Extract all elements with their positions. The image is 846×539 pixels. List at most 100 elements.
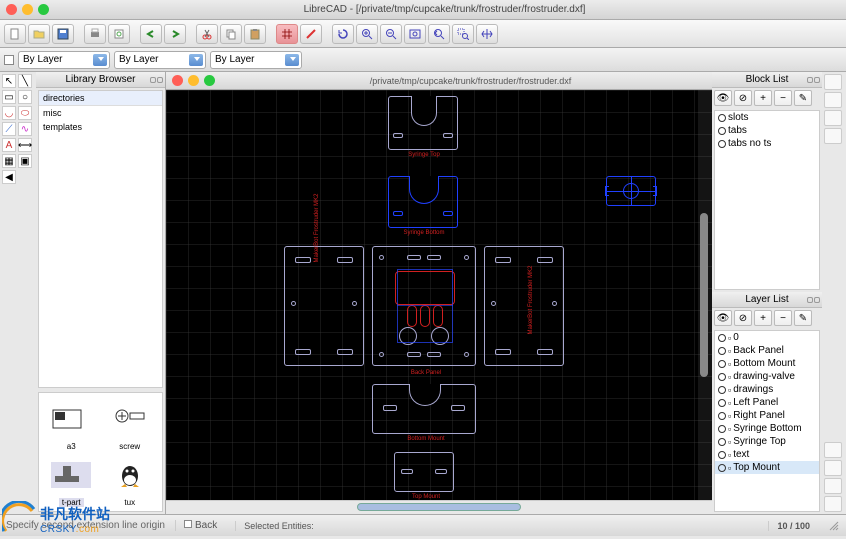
tool-image-icon[interactable]: ▣ [18,154,32,168]
library-panel-header[interactable]: Library Browser [36,72,165,88]
print-button[interactable] [84,24,106,44]
side-tool-button[interactable] [824,478,842,494]
layer-hide-all-button[interactable]: ⊘ [734,310,752,326]
list-item[interactable]: ▫ drawing-valve [715,370,819,383]
layer-width-combo[interactable]: By Layer [114,51,206,69]
list-item[interactable]: tabs no ts [715,137,819,150]
layer-add-button[interactable]: + [754,310,772,326]
visibility-icon[interactable] [718,114,726,122]
tool-back-icon[interactable]: ◀ [2,170,16,184]
zoom-window-select-button[interactable] [452,24,474,44]
save-file-button[interactable] [52,24,74,44]
list-item[interactable]: ▫ Right Panel [715,409,819,422]
list-item[interactable]: ▫ Left Panel [715,396,819,409]
visibility-icon[interactable] [718,347,726,355]
doc-minimize-button[interactable] [188,75,199,86]
block-hide-all-button[interactable]: ⊘ [734,90,752,106]
color-swatch[interactable] [4,55,14,65]
block-remove-button[interactable]: − [774,90,792,106]
doc-close-button[interactable] [172,75,183,86]
visibility-icon[interactable] [718,412,726,420]
tool-arrow-icon[interactable]: ↖ [2,74,16,88]
layer-edit-button[interactable]: ✎ [794,310,812,326]
layer-show-all-button[interactable]: 👁 [714,310,732,326]
list-item[interactable]: ▫ 0 [715,331,819,344]
visibility-icon[interactable] [718,451,726,459]
zoom-previous-button[interactable] [428,24,450,44]
canvas-vertical-scrollbar[interactable] [698,90,712,500]
resize-grip-icon[interactable] [828,520,840,532]
list-item[interactable]: ▫ Syringe Top [715,435,819,448]
library-item[interactable]: misc [39,106,162,120]
list-item[interactable]: ▫ Bottom Mount [715,357,819,370]
minimize-window-button[interactable] [22,4,33,15]
open-file-button[interactable] [28,24,50,44]
cut-button[interactable] [196,24,218,44]
side-tool-button[interactable] [824,74,842,90]
tool-arc-icon[interactable]: ◡ [2,106,16,120]
redo-button[interactable] [164,24,186,44]
tool-spline-icon[interactable]: ∿ [18,122,32,136]
side-tool-button[interactable] [824,110,842,126]
zoom-redraw-button[interactable] [332,24,354,44]
visibility-icon[interactable] [718,127,726,135]
side-tool-button[interactable] [824,460,842,476]
side-tool-button[interactable] [824,92,842,108]
tool-dim-icon[interactable]: ⟷ [18,138,32,152]
visibility-icon[interactable] [718,386,726,394]
visibility-icon[interactable] [718,425,726,433]
visibility-icon[interactable] [718,360,726,368]
list-item[interactable]: tabs [715,124,819,137]
tool-ellipse-icon[interactable]: ⬭ [18,106,32,120]
layer-list[interactable]: ▫ 0 ▫ Back Panel ▫ Bottom Mount ▫ drawin… [714,330,820,512]
visibility-icon[interactable] [718,373,726,381]
print-preview-button[interactable] [108,24,130,44]
layer-color-combo[interactable]: By Layer [18,51,110,69]
draft-mode-button[interactable] [300,24,322,44]
tool-rect-icon[interactable]: ▭ [2,90,16,104]
visibility-icon[interactable] [718,399,726,407]
new-file-button[interactable] [4,24,26,44]
grid-toggle-button[interactable] [276,24,298,44]
zoom-out-button[interactable] [380,24,402,44]
block-list[interactable]: slots tabs tabs no ts [714,110,820,290]
preview-thumb-tux[interactable] [110,462,150,488]
visibility-icon[interactable] [718,438,726,446]
visibility-icon[interactable] [718,464,726,472]
paste-button[interactable] [244,24,266,44]
tool-line-icon[interactable]: ╲ [18,74,32,88]
library-item[interactable]: templates [39,120,162,134]
preview-thumb-tpart[interactable] [51,462,91,488]
side-tool-button[interactable] [824,496,842,512]
doc-zoom-button[interactable] [204,75,215,86]
list-item[interactable]: ▫ Syringe Bottom [715,422,819,435]
layer-remove-button[interactable]: − [774,310,792,326]
preview-thumb-a3[interactable] [51,406,91,432]
preview-thumb-screw[interactable] [110,406,150,432]
side-tool-button[interactable] [824,128,842,144]
tool-circle-icon[interactable]: ○ [18,90,32,104]
block-edit-button[interactable]: ✎ [794,90,812,106]
tool-hatch-icon[interactable]: ▦ [2,154,16,168]
tool-text-icon[interactable]: A [2,138,16,152]
library-tree[interactable]: directories misc templates [38,90,163,388]
canvas-horizontal-scrollbar[interactable] [166,500,712,514]
drawing-canvas[interactable]: Syringe Top Syringe Bottom MakerBot Fros… [166,90,712,500]
undo-button[interactable] [140,24,162,44]
list-item[interactable]: ▫ Back Panel [715,344,819,357]
list-item[interactable]: ▫ text [715,448,819,461]
block-panel-header[interactable]: Block List [712,72,822,88]
zoom-in-button[interactable] [356,24,378,44]
list-item[interactable]: ▫ Top Mount [715,461,819,474]
visibility-icon[interactable] [718,140,726,148]
layer-linetype-combo[interactable]: By Layer [210,51,302,69]
tool-polyline-icon[interactable]: ⟋ [2,122,16,136]
zoom-window-button[interactable] [38,4,49,15]
side-tool-button[interactable] [824,442,842,458]
block-add-button[interactable]: + [754,90,772,106]
list-item[interactable]: slots [715,111,819,124]
zoom-auto-button[interactable] [404,24,426,44]
list-item[interactable]: ▫ drawings [715,383,819,396]
visibility-icon[interactable] [718,334,726,342]
close-window-button[interactable] [6,4,17,15]
